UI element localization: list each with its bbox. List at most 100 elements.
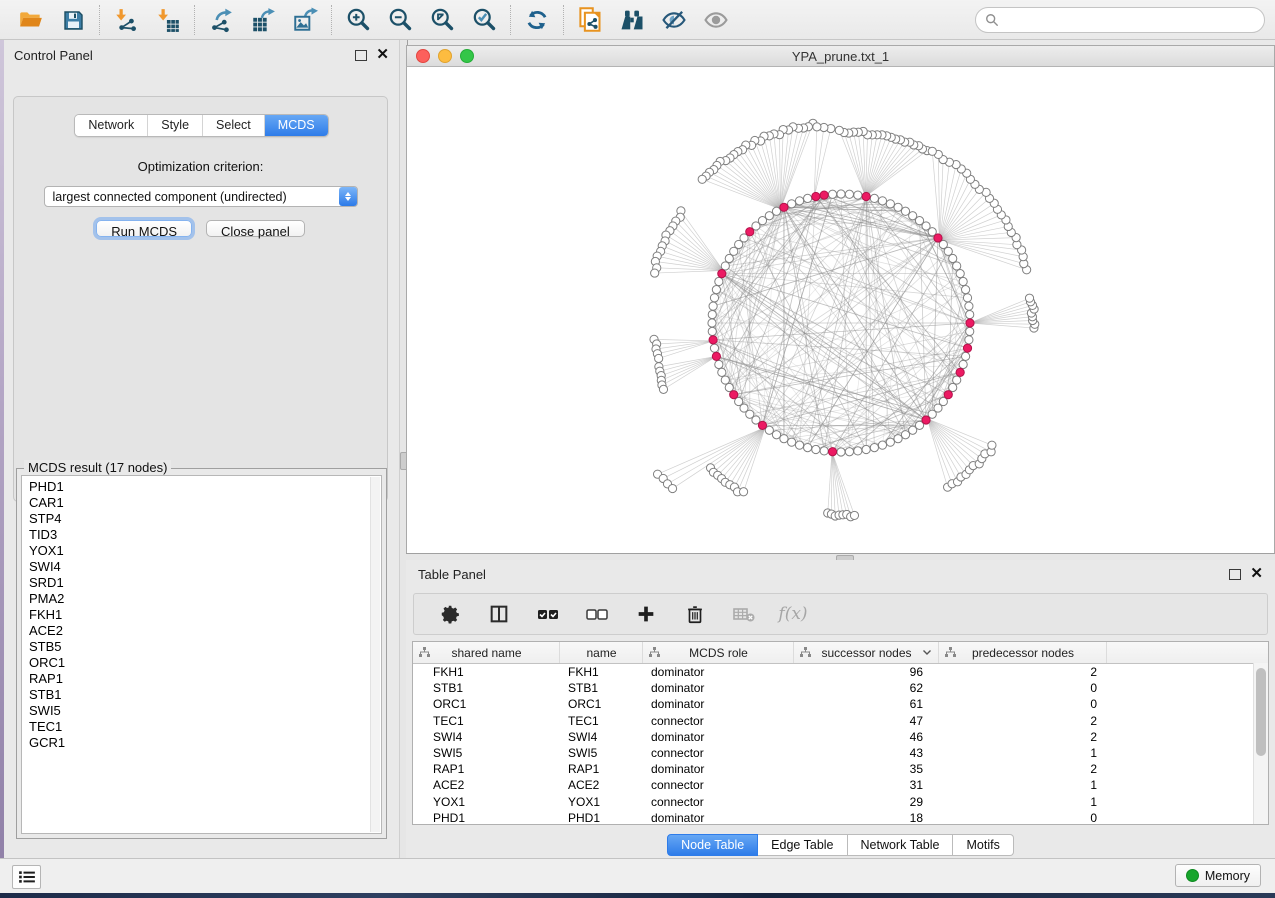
- network-view-canvas[interactable]: [406, 67, 1275, 553]
- export-network-icon: [208, 7, 234, 33]
- mcds-result-item[interactable]: SWI5: [29, 703, 381, 719]
- column-header-name[interactable]: name: [560, 642, 643, 663]
- memory-label: Memory: [1205, 869, 1250, 883]
- mcds-result-item[interactable]: SRD1: [29, 575, 381, 591]
- export-network-button[interactable]: [200, 4, 242, 36]
- mcds-result-item[interactable]: PMA2: [29, 591, 381, 607]
- open-file-button[interactable]: [10, 4, 52, 36]
- mcds-result-item[interactable]: TEC1: [29, 719, 381, 735]
- mcds-result-item[interactable]: SWI4: [29, 559, 381, 575]
- optimization-criterion-dropdown[interactable]: largest connected component (undirected): [44, 186, 358, 207]
- column-panel-icon[interactable]: [485, 600, 513, 628]
- table-row[interactable]: STB1STB1dominator620: [413, 680, 1268, 696]
- mcds-result-item[interactable]: ORC1: [29, 655, 381, 671]
- delete-table-icon: [730, 600, 758, 628]
- zoom-selected-button[interactable]: [463, 4, 505, 36]
- column-header-shared-name[interactable]: shared name: [413, 642, 560, 663]
- close-panel-button[interactable]: Close panel: [206, 220, 305, 237]
- panel-menu-button[interactable]: [12, 865, 41, 889]
- search-box[interactable]: [975, 7, 1265, 33]
- control-panel-tab-style[interactable]: Style: [148, 115, 203, 136]
- table-cell: TEC1: [560, 714, 643, 728]
- control-panel-tab-mcds[interactable]: MCDS: [265, 115, 328, 136]
- table-cell: RAP1: [560, 762, 643, 776]
- control-panel-tab-network[interactable]: Network: [75, 115, 148, 136]
- table-toolbar: f(x): [413, 593, 1268, 635]
- scrollbar-thumb[interactable]: [1256, 668, 1266, 756]
- table-row[interactable]: YOX1YOX1connector291: [413, 794, 1268, 810]
- import-table-button[interactable]: [147, 4, 189, 36]
- table-tab-node-table[interactable]: Node Table: [667, 834, 758, 856]
- function-builder-icon: f(x): [779, 600, 807, 628]
- float-panel-icon[interactable]: [1229, 569, 1241, 580]
- zoom-fit-button[interactable]: [421, 4, 463, 36]
- zoom-in-icon: [345, 6, 372, 33]
- deselect-all-icon[interactable]: [583, 600, 611, 628]
- table-row[interactable]: TEC1TEC1connector472: [413, 713, 1268, 729]
- table-body: FKH1FKH1dominator962STB1STB1dominator620…: [413, 664, 1268, 825]
- table-panel: Table Panel ✕: [406, 560, 1275, 858]
- mcds-result-item[interactable]: STB1: [29, 687, 381, 703]
- zoom-in-button[interactable]: [337, 4, 379, 36]
- run-mcds-button[interactable]: Run MCDS: [96, 220, 192, 237]
- table-cell: connector: [643, 778, 794, 792]
- mcds-result-item[interactable]: STB5: [29, 639, 381, 655]
- export-table-button[interactable]: [242, 4, 284, 36]
- close-panel-icon[interactable]: ✕: [1250, 569, 1263, 579]
- settings-gear-icon[interactable]: [436, 600, 464, 628]
- hide-selected-button[interactable]: [653, 4, 695, 36]
- mcds-result-list[interactable]: PHD1CAR1STP4TID3YOX1SWI4SRD1PMA2FKH1ACE2…: [21, 475, 382, 834]
- delete-column-icon[interactable]: [681, 600, 709, 628]
- table-tab-motifs[interactable]: Motifs: [953, 834, 1013, 856]
- table-cell: SWI4: [413, 730, 560, 744]
- import-network-button[interactable]: [105, 4, 147, 36]
- table-tab-network-table[interactable]: Network Table: [848, 834, 954, 856]
- network-title: YPA_prune.txt_1: [407, 49, 1274, 64]
- table-row[interactable]: FKH1FKH1dominator962: [413, 664, 1268, 680]
- list-scrollbar-track[interactable]: [370, 477, 380, 832]
- table-row[interactable]: ORC1ORC1dominator610: [413, 696, 1268, 712]
- first-neighbors-button[interactable]: [611, 4, 653, 36]
- mcds-result-item[interactable]: STP4: [29, 511, 381, 527]
- table-tab-edge-table[interactable]: Edge Table: [758, 834, 847, 856]
- refresh-button[interactable]: [516, 4, 558, 36]
- float-panel-icon[interactable]: [355, 50, 367, 61]
- show-all-button[interactable]: [695, 4, 737, 36]
- mcds-result-item[interactable]: GCR1: [29, 735, 381, 751]
- control-panel-tab-select[interactable]: Select: [203, 115, 265, 136]
- table-scrollbar[interactable]: [1253, 663, 1268, 824]
- column-header-MCDS-role[interactable]: MCDS role: [643, 642, 794, 663]
- table-row[interactable]: SWI5SWI5connector431: [413, 745, 1268, 761]
- save-session-button[interactable]: [52, 4, 94, 36]
- table-row[interactable]: SWI4SWI4dominator462: [413, 729, 1268, 745]
- table-cell: PHD1: [560, 811, 643, 825]
- clone-network-button[interactable]: [569, 4, 611, 36]
- mcds-result-item[interactable]: CAR1: [29, 495, 381, 511]
- mcds-result-group: MCDS result (17 nodes) PHD1CAR1STP4TID3Y…: [16, 468, 387, 839]
- network-window-titlebar[interactable]: YPA_prune.txt_1: [406, 45, 1275, 67]
- column-header-predecessor-nodes[interactable]: predecessor nodes: [939, 642, 1107, 663]
- mcds-result-item[interactable]: TID3: [29, 527, 381, 543]
- table-row[interactable]: ACE2ACE2connector311: [413, 777, 1268, 793]
- select-all-icon[interactable]: [534, 600, 562, 628]
- table-cell: 61: [794, 697, 939, 711]
- mcds-result-item[interactable]: PHD1: [29, 479, 381, 495]
- table-cell: PHD1: [413, 811, 560, 825]
- search-input[interactable]: [1005, 12, 1255, 28]
- mcds-result-item[interactable]: ACE2: [29, 623, 381, 639]
- control-panel-title: Control Panel: [14, 48, 93, 63]
- zoom-fit-icon: [429, 6, 456, 33]
- dropdown-stepper-icon: [339, 187, 357, 206]
- mcds-result-item[interactable]: YOX1: [29, 543, 381, 559]
- close-panel-icon[interactable]: ✕: [376, 50, 389, 60]
- table-row[interactable]: PHD1PHD1dominator180: [413, 810, 1268, 825]
- column-header-successor-nodes[interactable]: successor nodes: [794, 642, 939, 663]
- mcds-result-item[interactable]: RAP1: [29, 671, 381, 687]
- memory-button[interactable]: Memory: [1175, 864, 1261, 887]
- zoom-out-button[interactable]: [379, 4, 421, 36]
- add-column-icon[interactable]: [632, 600, 660, 628]
- table-cell: 1: [939, 746, 1107, 760]
- export-image-button[interactable]: [284, 4, 326, 36]
- table-row[interactable]: RAP1RAP1dominator352: [413, 761, 1268, 777]
- mcds-result-item[interactable]: FKH1: [29, 607, 381, 623]
